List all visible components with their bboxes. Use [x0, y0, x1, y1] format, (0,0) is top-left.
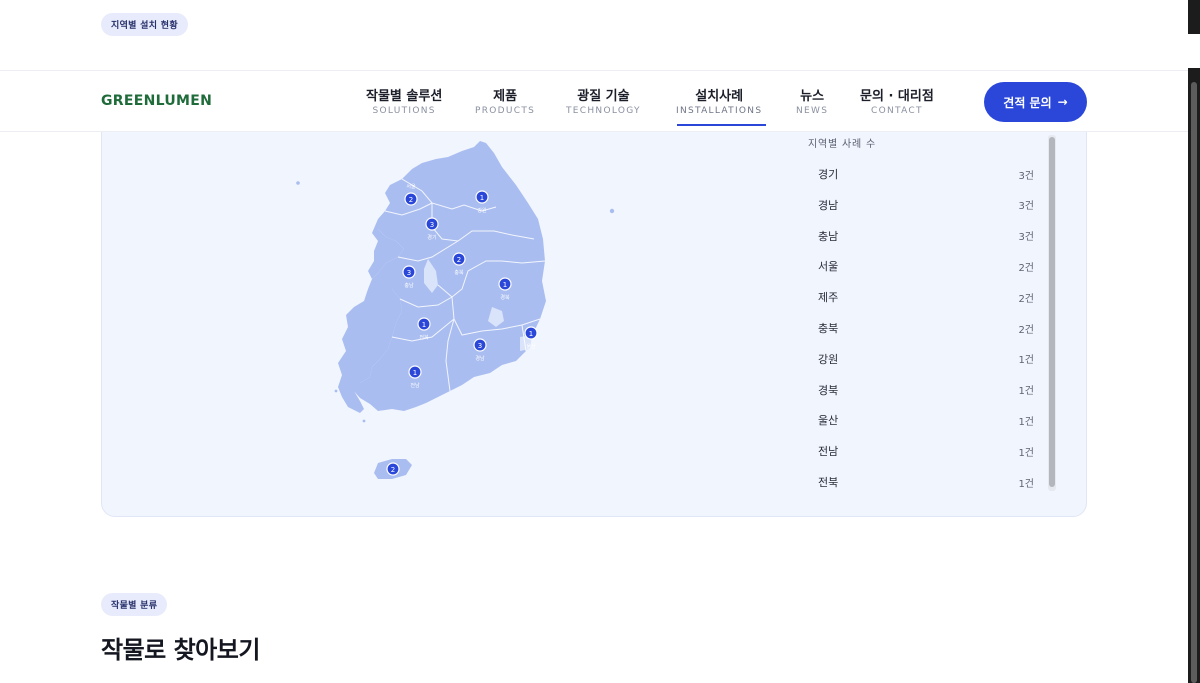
stats-row-region: 전남 — [818, 445, 839, 459]
stats-row: 강원 1건 — [818, 344, 1034, 374]
marker-label: 충남 — [404, 282, 414, 289]
marker-label: 전남 — [410, 382, 420, 389]
stats-row-region: 경남 — [818, 198, 839, 212]
stats-row-region: 충남 — [818, 229, 839, 243]
marker-label: 충북 — [454, 269, 464, 276]
stats-row-count: 1건 — [1018, 386, 1034, 398]
stats-row: 경남 3건 — [818, 190, 1034, 220]
section-badge: 작물별 분류 — [101, 593, 168, 616]
stats-row: 전남 1건 — [818, 436, 1034, 466]
stats-row-count: 3건 — [1018, 201, 1034, 213]
nav-item-sublabel: NEWS — [796, 106, 829, 116]
korea-map: 2 서울 3 경기 1 강원 2 충북 3 충남 1 경북 1 전북 1 울산 … — [296, 141, 615, 479]
nav-item-sublabel: PRODUCTS — [475, 106, 536, 116]
stats-row-region: 울산 — [818, 414, 839, 428]
stats-row: 경북 1건 — [818, 375, 1034, 405]
nav-item-news[interactable]: 뉴스 NEWS — [796, 85, 828, 116]
nav-item-label: 문의 · 대리점 — [860, 89, 934, 104]
marker-label: 전북 — [419, 334, 429, 341]
stats-title: 지역별 사례 수 — [808, 139, 876, 150]
stats-row-region: 강원 — [818, 352, 839, 366]
map-marker-seoul[interactable]: 2 서울 — [404, 183, 418, 206]
stats-row-count: 2건 — [1018, 293, 1034, 305]
page: 지역별 설치 현황 2 서울 3 경기 1 강원 2 충북 3 충남 1 경북 … — [0, 0, 1200, 683]
stats-row-region: 경북 — [818, 383, 839, 397]
stats-row-count: 2건 — [1018, 262, 1034, 274]
window-chrome — [1188, 0, 1200, 34]
marker-count: 2 — [391, 466, 395, 474]
island-dot — [334, 389, 338, 393]
island-dot — [362, 419, 366, 423]
brand-logo[interactable]: GREENLUMEN — [101, 93, 212, 109]
quote-request-label: 견적 문의 — [1003, 95, 1052, 110]
korea-mainland-shape — [352, 141, 546, 411]
top-navigation: GREENLUMEN 작물별 솔루션 SOLUTIONS 제품 PRODUCTS… — [0, 70, 1188, 132]
marker-count: 3 — [407, 269, 411, 277]
stats-row-count: 3건 — [1018, 170, 1034, 182]
stats-row: 충남 3건 — [818, 221, 1034, 251]
stats-row-region: 전북 — [818, 476, 839, 489]
stats-row-count: 1건 — [1018, 355, 1034, 367]
browser-scrollbar-thumb[interactable] — [1191, 82, 1197, 683]
stats-row-count: 2건 — [1018, 324, 1034, 336]
marker-label: 경기 — [427, 234, 436, 241]
stats-row-region: 서울 — [818, 260, 839, 274]
section-title: 작물로 찾아보기 — [101, 636, 260, 664]
nav-item-contact[interactable]: 문의 · 대리점 CONTACT — [860, 85, 934, 116]
arrow-right-icon: → — [1057, 95, 1068, 109]
nav-item-label: 제품 — [493, 89, 518, 104]
marker-count: 3 — [478, 342, 482, 350]
nav-item-products[interactable]: 제품 PRODUCTS — [475, 85, 535, 116]
nav-item-label: 뉴스 — [800, 89, 825, 104]
nav-item-solutions[interactable]: 작물별 솔루션 SOLUTIONS — [366, 85, 442, 116]
nav-item-sublabel: SOLUTIONS — [372, 106, 436, 116]
nav-item-label: 설치사례 — [695, 89, 744, 104]
nav-active-indicator — [677, 124, 766, 126]
marker-label: 울산 — [526, 343, 536, 350]
stats-row: 울산 1건 — [818, 405, 1034, 435]
stats-row-count: 1건 — [1018, 416, 1034, 428]
marker-label: 서울 — [406, 183, 416, 190]
island-dot — [609, 208, 615, 214]
marker-count: 1 — [413, 369, 417, 377]
nav-item-label: 광질 기술 — [577, 89, 630, 104]
marker-count: 2 — [409, 196, 413, 204]
marker-label: 경북 — [500, 294, 510, 301]
marker-count: 1 — [480, 194, 484, 202]
nav-item-technology[interactable]: 광질 기술 TECHNOLOGY — [566, 85, 641, 116]
stats-row: 충북 2건 — [818, 313, 1034, 343]
stats-row: 경기 3건 — [818, 159, 1034, 189]
map-marker-jeju[interactable]: 2 — [386, 462, 400, 476]
region-status-badge: 지역별 설치 현황 — [101, 13, 188, 36]
stats-row: 전북 1건 — [818, 467, 1034, 497]
stats-row-region: 경기 — [818, 168, 839, 181]
marker-label: 경남 — [475, 355, 485, 362]
stats-row-count: 1건 — [1018, 478, 1034, 490]
stats-row-region: 제주 — [818, 291, 839, 305]
nav-item-sublabel: INSTALLATIONS — [676, 106, 763, 116]
nav-item-sublabel: CONTACT — [871, 106, 923, 116]
quote-request-button[interactable]: 견적 문의 → — [984, 82, 1087, 122]
marker-count: 1 — [503, 281, 507, 289]
stats-row: 서울 2건 — [818, 251, 1034, 281]
nav-item-installations[interactable]: 설치사례 INSTALLATIONS — [676, 85, 762, 116]
nav-item-sublabel: TECHNOLOGY — [566, 106, 641, 116]
stats-row-region: 충북 — [818, 322, 839, 335]
stats-scrollbar-thumb[interactable] — [1049, 137, 1055, 487]
region-stats-list: 지역별 사례 수 — [808, 135, 1048, 150]
island-dot — [296, 181, 300, 185]
marker-count: 1 — [422, 321, 426, 329]
marker-count: 1 — [529, 330, 533, 338]
nav-item-label: 작물별 솔루션 — [366, 89, 443, 104]
stats-row-count: 3건 — [1018, 232, 1034, 244]
marker-count: 2 — [457, 256, 461, 264]
stats-row: 제주 2건 — [818, 282, 1034, 312]
marker-count: 3 — [430, 221, 434, 229]
region-map-card: 2 서울 3 경기 1 강원 2 충북 3 충남 1 경북 1 전북 1 울산 … — [101, 110, 1087, 517]
stats-row-count: 1건 — [1018, 447, 1034, 459]
marker-label: 강원 — [477, 207, 487, 214]
